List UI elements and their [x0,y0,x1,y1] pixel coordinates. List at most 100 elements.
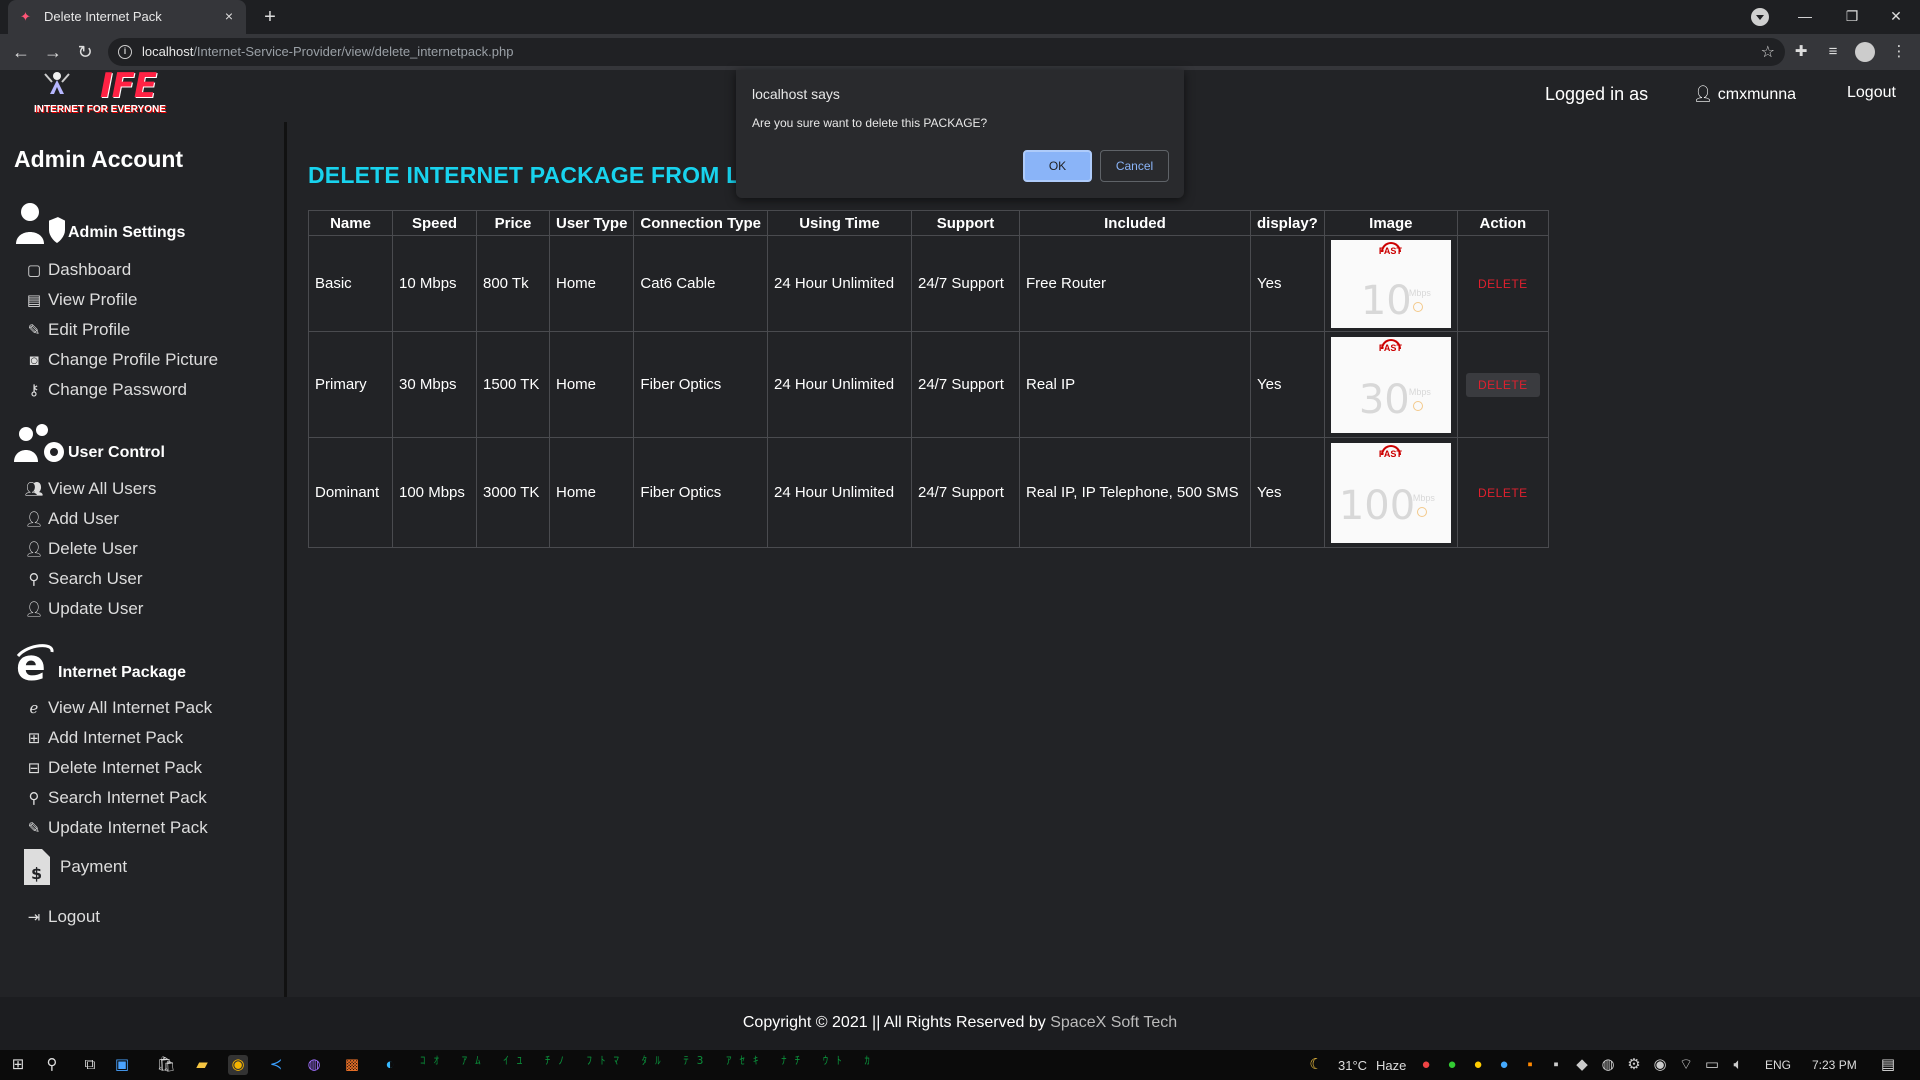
fast-logo: FAST [1378,342,1402,353]
info-icon[interactable]: i [118,45,132,59]
sidebar-item-view-all-users[interactable]: 👥︎ View All Users [24,479,156,499]
table-row: Dominant 100 Mbps 3000 TK Home Fiber Opt… [308,437,1549,548]
site-logo[interactable]: IFE INTERNET FOR EVERYONE [34,66,170,120]
tray-icon[interactable]: ◉ [1650,1055,1670,1075]
notifications-icon[interactable]: ▤ [1878,1055,1898,1075]
table-header-row: Name Speed Price User Type Connection Ty… [308,210,1549,236]
delete-button[interactable]: DELETE [1466,372,1540,397]
package-name[interactable]: Basic [308,235,393,332]
minimize-icon[interactable]: — [1785,4,1825,28]
package-image-cell: FAST 100 Mbps [1323,437,1458,548]
vscode-icon[interactable]: ≺ [266,1055,286,1075]
section-label: User Control [68,444,165,461]
close-window-icon[interactable]: ✕ [1876,4,1916,28]
sidebar-item-change-picture[interactable]: ◙ Change Profile Picture [24,350,218,370]
tray-icon[interactable]: ● [1416,1055,1436,1075]
delete-button[interactable]: DELETE [1466,272,1540,296]
package-name[interactable]: Primary [308,331,393,438]
sidebar-item-change-password[interactable]: ⚷ Change Password [24,380,187,400]
sidebar-item-update-user[interactable]: 👤︎ Update User [24,599,143,619]
user-edit-icon: ✎ [27,322,41,339]
header-logout-link[interactable]: Logout [1847,84,1896,102]
chrome-icon[interactable]: ◉ [228,1055,248,1075]
dialog-ok-button[interactable]: OK [1023,150,1092,182]
sidebar-item-delete-internet-pack[interactable]: ⊟ Delete Internet Pack [24,758,202,778]
tray-icon[interactable]: ◆ [1572,1055,1592,1075]
clock[interactable]: 7:23 PM [1812,1058,1857,1072]
sidebar-item-update-internet-pack[interactable]: ✎ Update Internet Pack [24,818,208,838]
address-bar[interactable]: i localhost/Internet-Service-Provider/vi… [108,38,1785,66]
sidebar-item-search-internet-pack[interactable]: ⚲ Search Internet Pack [24,788,207,808]
footer-credit-link[interactable]: SpaceX Soft Tech [1050,1014,1177,1031]
menu-kebab-icon[interactable]: ⋮ [1889,42,1909,62]
sidebar-item-add-internet-pack[interactable]: ⊞ Add Internet Pack [24,728,183,748]
reload-icon[interactable]: ↻ [74,41,96,63]
speed-test-image: FAST 30 Mbps [1330,336,1451,433]
package-name[interactable]: Dominant [308,437,393,548]
square-icon: ▢ [26,262,42,279]
tray-icon[interactable]: ◍ [1598,1055,1618,1075]
forward-icon[interactable]: → [42,41,64,63]
volume-icon[interactable]: 🔈︎ [1728,1055,1748,1075]
network-icon[interactable]: ▭ [1702,1055,1722,1075]
delete-button[interactable]: DELETE [1466,481,1540,505]
col-header: User Type [548,210,635,236]
weather-desc[interactable]: Haze [1376,1058,1406,1073]
restore-icon[interactable]: ❐ [1832,4,1872,28]
camera-icon: ◙ [29,351,39,369]
weather-moon-icon[interactable]: ☾ [1306,1055,1326,1075]
tray-icon[interactable]: ⚙ [1624,1055,1644,1075]
bookmark-star-icon[interactable]: ☆ [1761,42,1775,62]
edge-icon[interactable]: ◐ [380,1055,400,1075]
search-user-icon: ⚲ [28,571,40,588]
tray-icon[interactable]: ● [1494,1055,1514,1075]
sidebar-item-view-all-internet-pack[interactable]: ℯ View All Internet Pack [24,698,213,718]
sidebar-item-logout[interactable]: ⇥ Logout [24,907,100,927]
edit-icon: ✎ [27,820,41,837]
windows-start-icon[interactable]: ⊞ [8,1055,28,1075]
store-icon[interactable]: 🛍︎ [156,1055,176,1075]
language-indicator[interactable]: ENG [1765,1058,1791,1072]
tray-icon[interactable]: ● [1442,1055,1462,1075]
sidebar-item-add-user[interactable]: 👤︎ Add User [24,509,118,529]
file-explorer-icon[interactable]: ▰ [192,1055,212,1075]
sidebar-item-view-profile[interactable]: ▤ View Profile [24,290,138,310]
logged-in-label: Logged in as [1545,84,1649,104]
col-header: Speed [392,210,477,236]
app-icon[interactable]: ▣ [112,1055,132,1075]
sidebar-item-edit-profile[interactable]: ✎ Edit Profile [24,320,131,340]
tray-icon[interactable]: ● [1468,1055,1488,1075]
dialog-cancel-button[interactable]: Cancel [1100,150,1169,182]
fast-logo: FAST [1378,448,1402,459]
sidebar-item-payment[interactable]: $ Payment [22,847,127,887]
sidebar-item-delete-user[interactable]: 👤︎ Delete User [24,539,137,559]
sidebar-item-dashboard[interactable]: ▢ Dashboard [24,260,131,280]
app-icon-orange[interactable]: ▩ [342,1055,362,1075]
tray-icon[interactable]: ▪ [1520,1055,1540,1075]
search-icon[interactable]: ⚲ [42,1055,62,1075]
extensions-icon[interactable]: ✚ [1791,42,1811,62]
browser-tab[interactable]: ✦ Delete Internet Pack × [8,0,246,34]
user-link[interactable]: 👤︎ cmxmunna [1693,84,1796,104]
tray-icon[interactable]: ▪ [1546,1055,1566,1075]
task-view-icon[interactable]: ⧉ [80,1055,100,1075]
web-page: IFE INTERNET FOR EVERYONE Logged in as 👤… [0,66,1920,1050]
plus-square-icon: ⊞ [27,730,41,747]
weather-temp[interactable]: 31°C [1338,1058,1367,1073]
reading-list-icon[interactable]: ≡ [1823,42,1843,62]
back-icon[interactable]: ← [10,41,32,63]
tab-close-icon[interactable]: × [220,7,238,25]
profile-avatar-icon[interactable] [1855,42,1875,62]
table-row: Primary 30 Mbps 1500 TK Home Fiber Optic… [308,331,1549,438]
package-price: 1500 TK [476,331,550,438]
app-icon-purple[interactable]: ◍ [304,1055,324,1075]
tab-search-icon[interactable] [1751,8,1769,26]
wifi-icon[interactable]: ⌔ [1676,1055,1696,1075]
user-icon: 👤︎ [1693,86,1714,103]
new-tab-button[interactable]: + [258,5,282,29]
package-included: Real IP [1018,331,1251,438]
dialog-message: Are you sure want to delete this PACKAGE… [752,116,988,130]
sidebar-item-search-user[interactable]: ⚲ Search User [24,569,143,589]
col-header: Price [476,210,550,236]
package-table: Name Speed Price User Type Connection Ty… [308,210,1549,548]
